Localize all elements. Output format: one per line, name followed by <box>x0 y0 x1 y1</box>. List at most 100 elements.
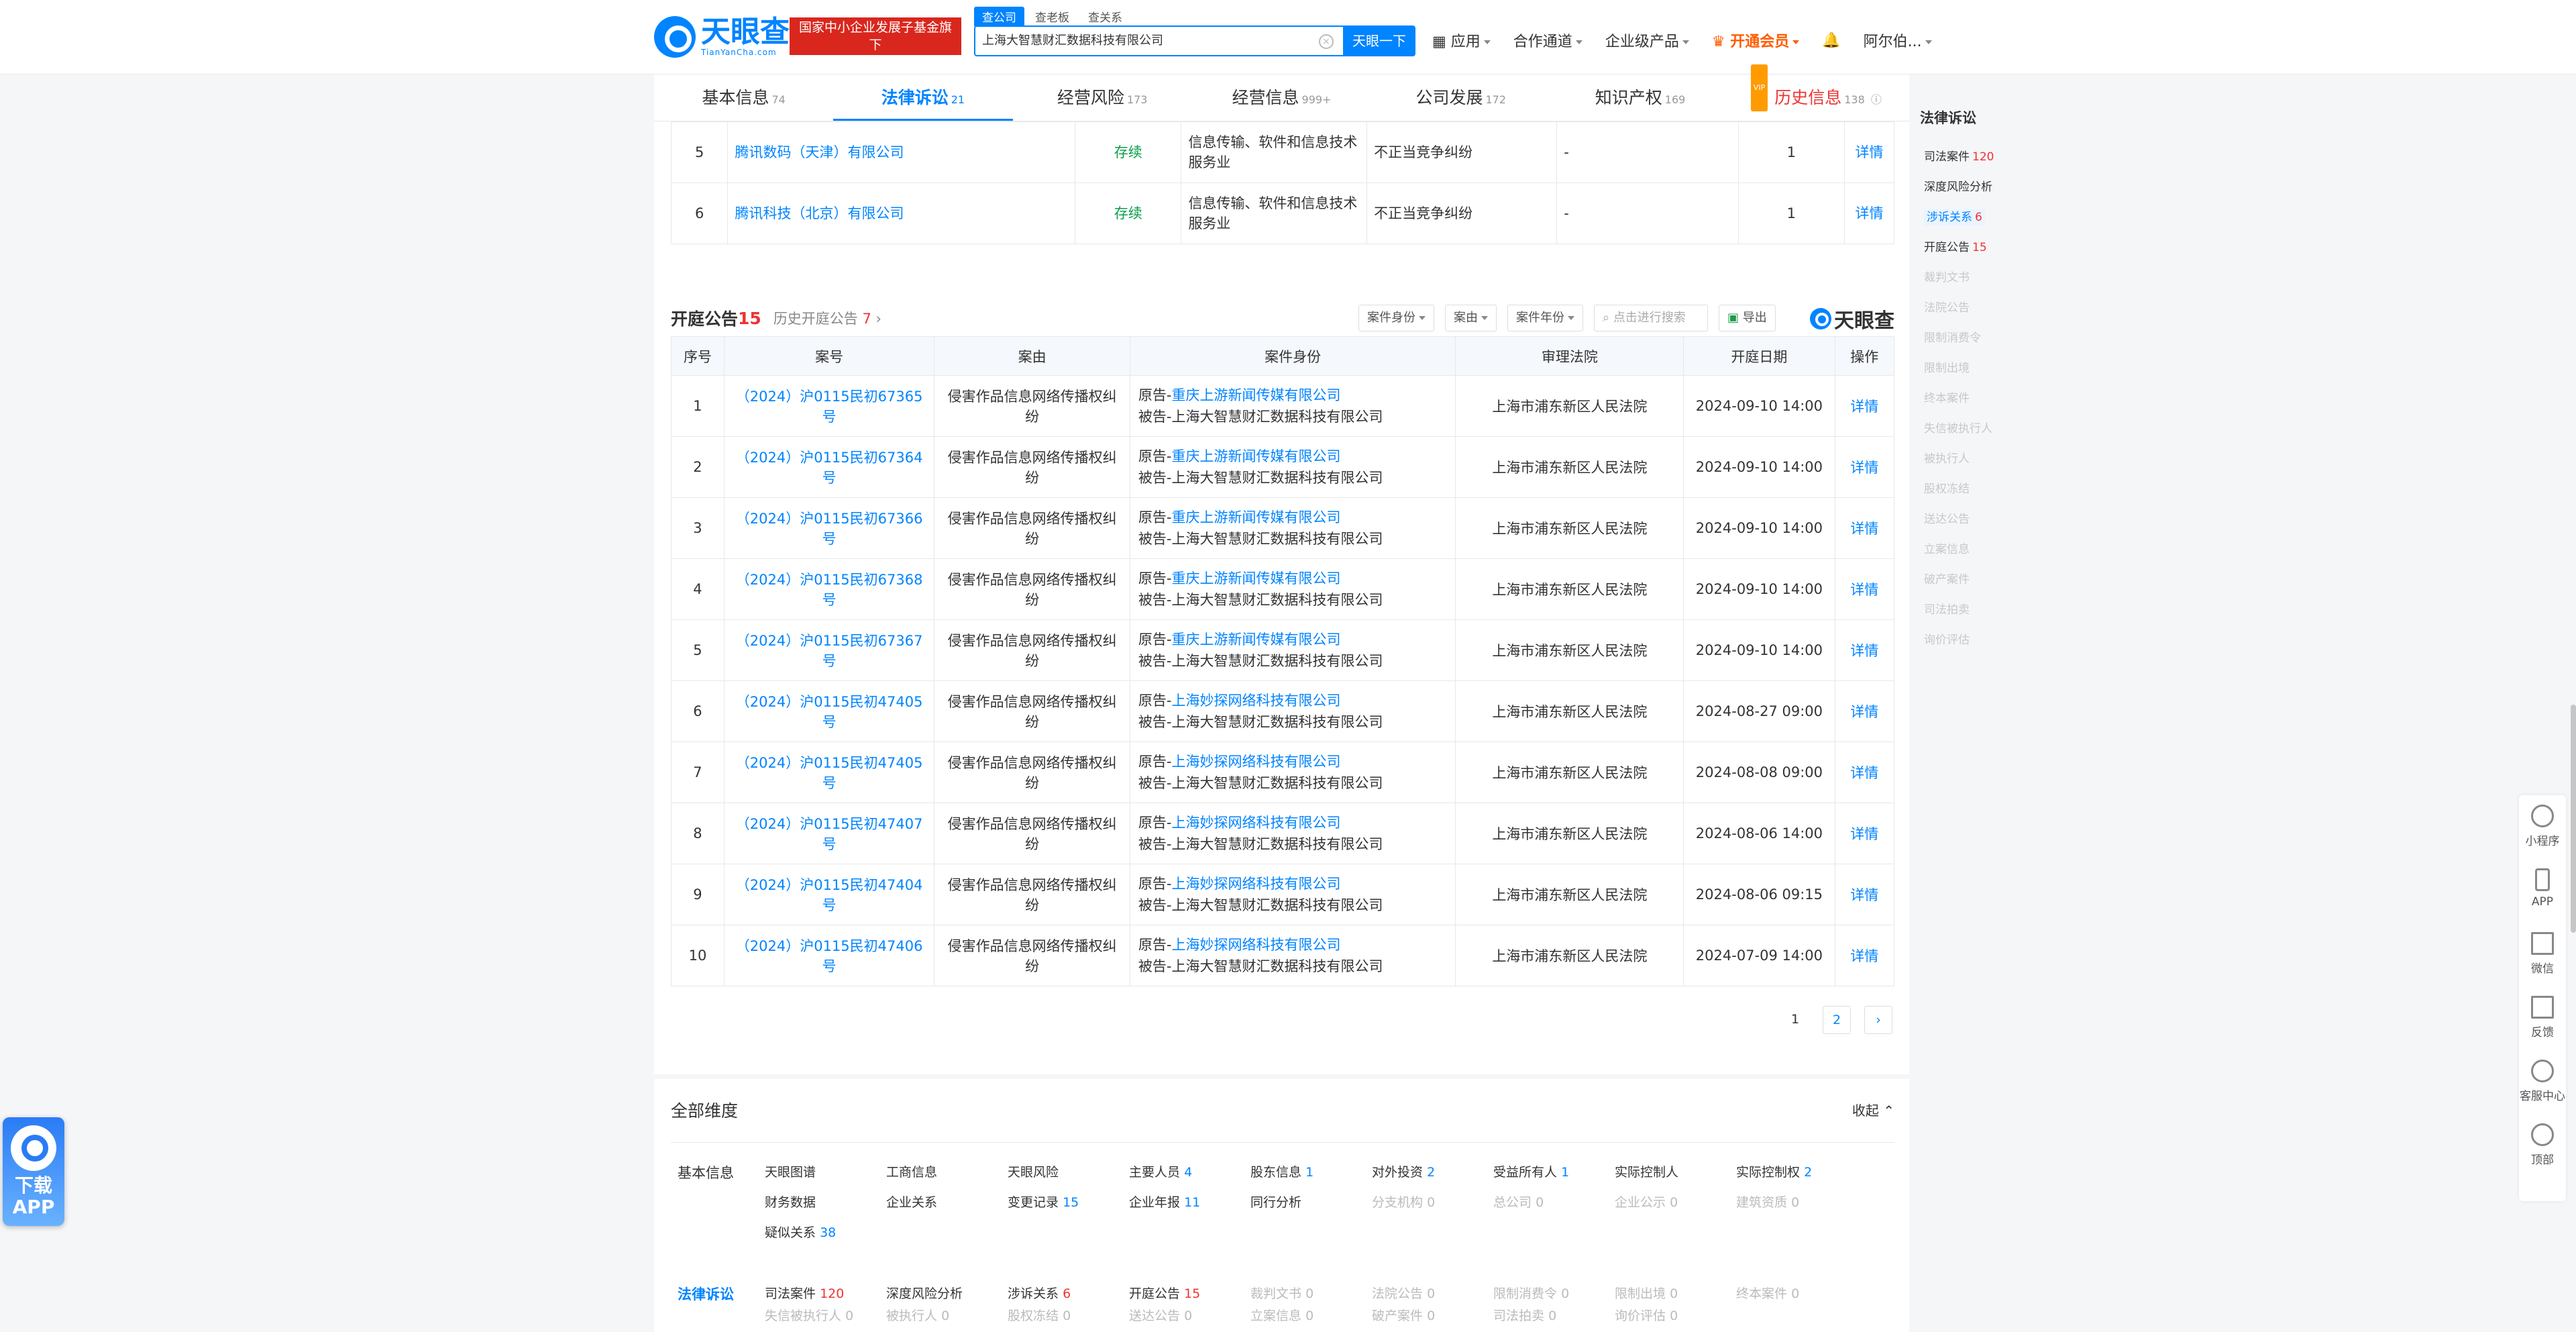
side-nav-item[interactable]: 被执行人 <box>1920 444 2027 474</box>
detail-link[interactable]: 详情 <box>1834 619 1895 681</box>
dimension-item[interactable]: 开庭公告 15 <box>1129 1284 1250 1302</box>
history-hearing-link[interactable]: 历史开庭公告 7 › <box>773 308 881 328</box>
case-number-link[interactable]: （2024）沪0115民初47405号 <box>723 741 935 803</box>
side-nav-item[interactable]: 涉诉关系 6 <box>1920 203 2027 233</box>
plaintiff-link[interactable]: 重庆上游新闻传媒有限公司 <box>1171 631 1340 648</box>
case-number-link[interactable]: （2024）沪0115民初47405号 <box>723 680 935 742</box>
filter-cause[interactable]: 案由 <box>1445 305 1497 331</box>
detail-link[interactable]: 详情 <box>1834 436 1895 498</box>
dimension-item[interactable]: 变更记录 15 <box>1008 1192 1129 1211</box>
search-input[interactable]: 上海大智慧财汇数据科技有限公司 × <box>974 25 1344 56</box>
plaintiff-link[interactable]: 重庆上游新闻传媒有限公司 <box>1171 387 1340 403</box>
detail-link[interactable]: 详情 <box>1844 121 1894 183</box>
dimension-item[interactable]: 对外投资 2 <box>1372 1162 1493 1180</box>
nav-vip[interactable]: ♛ 开通会员 <box>1712 30 1800 51</box>
side-nav-item[interactable]: 深度风险分析 <box>1920 172 2027 203</box>
clear-icon[interactable]: × <box>1319 34 1334 49</box>
nav-cooperation[interactable]: 合作通道 <box>1513 30 1582 51</box>
dimension-item[interactable]: 工商信息 <box>886 1162 1008 1180</box>
customer-service-button[interactable]: 客服中心 <box>2519 1050 2566 1114</box>
dimension-item[interactable]: 受益所有人 1 <box>1493 1162 1615 1180</box>
case-number-link[interactable]: （2024）沪0115民初67367号 <box>723 619 935 681</box>
page-2[interactable]: 2 <box>1823 1006 1851 1034</box>
app-button[interactable]: APP <box>2519 859 2566 923</box>
back-to-top-button[interactable]: 顶部 <box>2519 1114 2566 1178</box>
dimension-item[interactable]: 企业年报 11 <box>1129 1192 1250 1211</box>
dimension-item[interactable]: 企业关系 <box>886 1192 1008 1211</box>
plaintiff-link[interactable]: 上海妙探网络科技有限公司 <box>1171 937 1340 953</box>
user-menu[interactable]: 阿尔伯... <box>1864 30 1932 51</box>
detail-link[interactable]: 详情 <box>1834 925 1895 986</box>
dimension-item[interactable]: 同行分析 <box>1250 1192 1372 1211</box>
side-nav-item[interactable]: 裁判文书 <box>1920 263 2027 293</box>
detail-link[interactable]: 详情 <box>1844 183 1894 244</box>
tab-basic-info[interactable]: 基本信息 74 <box>654 74 833 121</box>
dimension-item[interactable]: 实际控制人 <box>1615 1162 1736 1180</box>
site-logo[interactable]: 天眼查 TianYanCha.com <box>654 16 790 58</box>
tab-risk[interactable]: 经营风险 173 <box>1013 74 1192 121</box>
dimension-item[interactable]: 深度风险分析 <box>886 1284 1008 1302</box>
dimension-item[interactable]: 疑似关系 38 <box>765 1223 886 1241</box>
next-page-icon[interactable]: › <box>1864 1006 1892 1034</box>
download-app-widget[interactable]: 下载 APP <box>3 1117 64 1226</box>
filter-year[interactable]: 案件年份 <box>1507 305 1583 331</box>
dimension-item[interactable]: 司法案件 120 <box>765 1284 886 1302</box>
side-nav-item[interactable]: 司法拍卖 <box>1920 595 2027 625</box>
nav-enterprise[interactable]: 企业级产品 <box>1605 30 1689 51</box>
tab-search-relation[interactable]: 查关系 <box>1080 7 1130 26</box>
dimension-item[interactable]: 天眼图谱 <box>765 1162 886 1180</box>
tab-ip[interactable]: 知识产权 169 <box>1550 74 1729 121</box>
plaintiff-link[interactable]: 重庆上游新闻传媒有限公司 <box>1171 570 1340 586</box>
tab-development[interactable]: 公司发展 172 <box>1371 74 1550 121</box>
tab-search-company[interactable]: 查公司 <box>974 7 1024 26</box>
dimension-item[interactable]: 涉诉关系 6 <box>1008 1284 1129 1302</box>
side-nav-item[interactable]: 破产案件 <box>1920 565 2027 595</box>
side-nav-item[interactable]: 法院公告 <box>1920 293 2027 323</box>
export-button[interactable]: ▣ 导出 <box>1719 305 1776 331</box>
side-nav-item[interactable]: 限制出境 <box>1920 354 2027 384</box>
case-number-link[interactable]: （2024）沪0115民初67368号 <box>723 558 935 620</box>
plaintiff-link[interactable]: 上海妙探网络科技有限公司 <box>1171 693 1340 709</box>
case-number-link[interactable]: （2024）沪0115民初67364号 <box>723 436 935 498</box>
feedback-button[interactable]: 反馈 <box>2519 986 2566 1050</box>
detail-link[interactable]: 详情 <box>1834 803 1895 864</box>
side-nav-item[interactable]: 送达公告 <box>1920 505 2027 535</box>
side-nav-item[interactable]: 失信被执行人 <box>1920 414 2027 444</box>
dimension-item[interactable]: 主要人员 4 <box>1129 1162 1250 1180</box>
side-nav-item[interactable]: 询价评估 <box>1920 625 2027 656</box>
side-nav-item[interactable]: 终本案件 <box>1920 384 2027 414</box>
nav-apps[interactable]: ▦ 应用 <box>1432 30 1491 51</box>
case-number-link[interactable]: （2024）沪0115民初67366号 <box>723 497 935 559</box>
table-search-input[interactable]: ⌕ 点击进行搜索 <box>1594 305 1708 331</box>
plaintiff-link[interactable]: 上海妙探网络科技有限公司 <box>1171 754 1340 770</box>
search-button[interactable]: 天眼一下 <box>1343 25 1415 56</box>
tab-operation[interactable]: 经营信息 999+ <box>1192 74 1371 121</box>
company-link[interactable]: 腾讯科技（北京）有限公司 <box>727 183 1076 244</box>
side-nav-item[interactable]: 立案信息 <box>1920 535 2027 565</box>
page-1[interactable]: 1 <box>1781 1006 1809 1034</box>
filter-case-role[interactable]: 案件身份 <box>1358 305 1434 331</box>
dimension-item[interactable]: 天眼风险 <box>1008 1162 1129 1180</box>
side-nav-item[interactable]: 限制消费令 <box>1920 323 2027 354</box>
side-nav-item[interactable]: 开庭公告 15 <box>1920 233 2027 263</box>
case-number-link[interactable]: （2024）沪0115民初47406号 <box>723 925 935 986</box>
plaintiff-link[interactable]: 上海妙探网络科技有限公司 <box>1171 815 1340 831</box>
tab-legal[interactable]: 法律诉讼 21 <box>833 74 1013 121</box>
bell-icon[interactable]: 🔔 <box>1822 32 1840 49</box>
dimension-item[interactable]: 财务数据 <box>765 1192 886 1211</box>
tab-search-boss[interactable]: 查老板 <box>1027 7 1077 26</box>
help-icon[interactable]: ⓘ <box>1868 93 1882 106</box>
detail-link[interactable]: 详情 <box>1834 375 1895 437</box>
wechat-button[interactable]: 微信 <box>2519 923 2566 986</box>
collapse-button[interactable]: 收起 ⌃ <box>1852 1079 1894 1143</box>
dimension-item[interactable]: 股东信息 1 <box>1250 1162 1372 1180</box>
company-link[interactable]: 腾讯数码（天津）有限公司 <box>727 121 1076 183</box>
dimension-item[interactable]: 实际控制权 2 <box>1736 1162 1858 1180</box>
detail-link[interactable]: 详情 <box>1834 680 1895 742</box>
detail-link[interactable]: 详情 <box>1834 558 1895 620</box>
tab-history[interactable]: VIP历史信息 138 ⓘ <box>1730 64 1909 121</box>
plaintiff-link[interactable]: 重庆上游新闻传媒有限公司 <box>1171 509 1340 525</box>
detail-link[interactable]: 详情 <box>1834 741 1895 803</box>
case-number-link[interactable]: （2024）沪0115民初67365号 <box>723 375 935 437</box>
side-nav-item[interactable]: 司法案件 120 <box>1920 142 2027 172</box>
